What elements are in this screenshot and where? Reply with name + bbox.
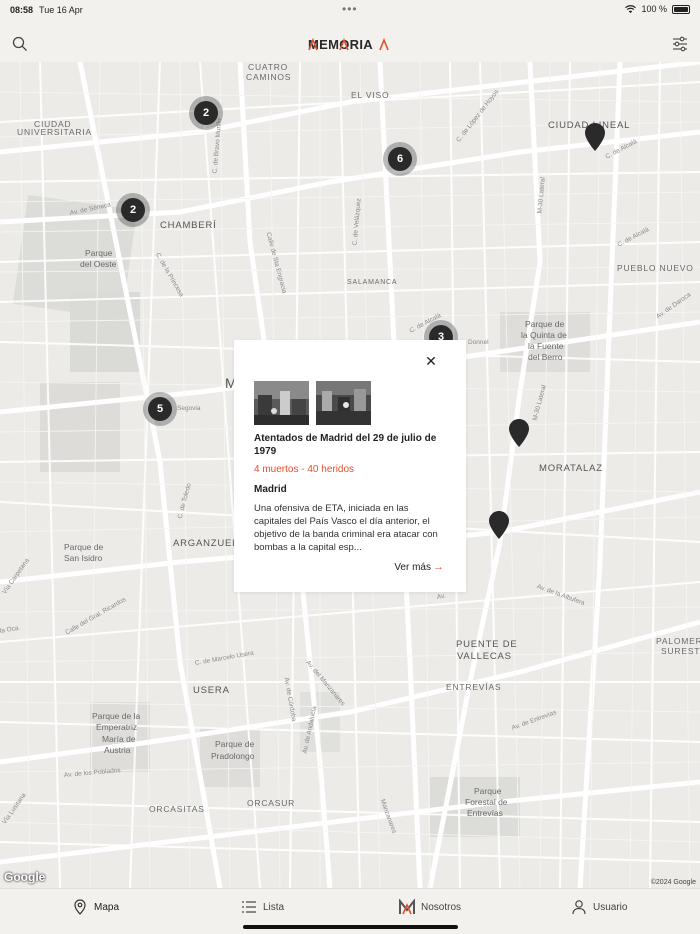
battery-icon — [672, 4, 690, 14]
cluster-marker[interactable]: 2 — [116, 193, 150, 227]
cluster-count: 5 — [148, 397, 172, 421]
map-pin-icon — [74, 899, 86, 915]
memoria-logo-icon — [399, 899, 415, 915]
tab-label: Lista — [263, 901, 285, 913]
area-label: USERA — [193, 685, 230, 696]
status-bar: 08:58 Tue 16 Apr ••• 100 % — [0, 0, 700, 20]
area-label: la Fuente — [528, 341, 564, 351]
list-icon — [242, 901, 256, 913]
event-title: Atentados de Madrid del 29 de julio de 1… — [254, 433, 437, 457]
search-icon[interactable] — [12, 36, 28, 52]
area-label: del Oeste — [80, 259, 117, 269]
area-label: UNIVERSITARIA — [17, 127, 92, 137]
area-label: ORCASUR — [247, 798, 296, 808]
tab-label: Usuario — [593, 901, 628, 913]
area-label: María de — [102, 734, 136, 744]
area-label: SALAMANCA — [347, 279, 398, 286]
area-label: Parque — [85, 248, 113, 258]
map-copyright: ©2024 Google — [650, 879, 696, 886]
event-photo-thumbnail[interactable] — [254, 381, 309, 425]
area-label: Austria — [104, 745, 131, 755]
battery-percent: 100 % — [641, 4, 667, 14]
tab-label: Mapa — [94, 901, 120, 913]
user-icon — [572, 900, 586, 915]
tab-label: Nosotros — [421, 901, 462, 913]
area-label: CAMINOS — [246, 72, 292, 82]
area-label: ENTREVÍAS — [446, 682, 502, 692]
status-time: 08:58 — [10, 5, 34, 15]
street-label: Donnel — [468, 339, 489, 346]
tab-lista[interactable]: Lista — [241, 899, 284, 915]
ver-mas-link[interactable]: Ver más → — [394, 561, 444, 573]
street-label: Av. — [436, 592, 447, 601]
event-photos — [254, 381, 371, 425]
area-label: EL VISO — [351, 90, 390, 100]
cluster-marker[interactable]: 2 — [189, 96, 223, 130]
area-label: Pradolongo — [211, 751, 255, 761]
cluster-count: 2 — [194, 101, 218, 125]
area-label: Entrevías — [467, 808, 503, 818]
app-header: MEMORIA — [0, 20, 700, 64]
event-description: Una ofensiva de ETA, iniciada en las cap… — [254, 503, 438, 553]
arrow-right-icon: → — [433, 561, 444, 573]
area-label: MORATALAZ — [539, 463, 603, 474]
home-indicator[interactable] — [243, 925, 458, 929]
area-label: Parque de — [215, 739, 255, 749]
memoria-wordmark: MEMORIA — [308, 37, 389, 52]
area-label: Parque de — [525, 319, 565, 329]
area-label: Forestal de — [465, 797, 508, 807]
cluster-marker[interactable]: 6 — [383, 142, 417, 176]
map-pin-icon[interactable] — [585, 123, 605, 151]
area-label: PALOMERA — [656, 636, 700, 646]
wifi-icon — [625, 4, 637, 13]
map-pin-icon[interactable] — [509, 419, 529, 447]
memoria-logo: MEMORIA — [308, 37, 392, 54]
area-label: Emperatriz — [96, 722, 138, 732]
cluster-count: 6 — [388, 147, 412, 171]
area-label: ARGANZUEL — [173, 538, 239, 549]
close-icon[interactable]: ✕ — [424, 354, 438, 368]
tab-mapa[interactable]: Mapa — [72, 899, 119, 915]
sliders-icon[interactable] — [672, 36, 688, 52]
event-location: Madrid — [254, 484, 287, 495]
tab-usuario[interactable]: Usuario — [571, 899, 627, 915]
google-logo: Google — [4, 870, 46, 884]
area-label: ORCASITAS — [149, 804, 205, 814]
street-label: Segovia — [177, 405, 201, 412]
cluster-marker[interactable]: 5 — [143, 392, 177, 426]
area-label: San Isidro — [64, 553, 103, 563]
ver-mas-label: Ver más — [394, 561, 431, 573]
status-right: 100 % — [625, 4, 690, 14]
map-pin-icon[interactable] — [489, 511, 509, 539]
area-label: VALLECAS — [457, 651, 512, 662]
multitasking-dots-icon[interactable]: ••• — [342, 3, 358, 15]
area-label: del Berro — [528, 352, 563, 362]
bottom-tab-bar: Mapa Lista Nosotros Usuario — [0, 888, 700, 934]
event-photo-thumbnail[interactable] — [316, 381, 371, 425]
area-label: Parque de — [64, 542, 104, 552]
status-date: Tue 16 Apr — [39, 5, 83, 15]
area-label: Parque — [474, 786, 502, 796]
event-popup-card: ✕ Atentados de Madrid del 29 de julio de… — [234, 340, 466, 592]
cluster-count: 2 — [121, 198, 145, 222]
area-label: PUENTE DE — [456, 639, 518, 650]
area-label: la Quinta de — [521, 330, 567, 340]
event-casualties: 4 muertos - 40 heridos — [254, 464, 355, 475]
area-label: CHAMBERÍ — [160, 220, 217, 231]
area-label: Parque de la — [92, 711, 141, 721]
area-label: PUEBLO NUEVO — [617, 263, 694, 273]
area-label: SURESTE — [661, 646, 700, 656]
area-label: CUATRO — [248, 62, 289, 72]
tab-nosotros[interactable]: Nosotros — [399, 899, 461, 915]
